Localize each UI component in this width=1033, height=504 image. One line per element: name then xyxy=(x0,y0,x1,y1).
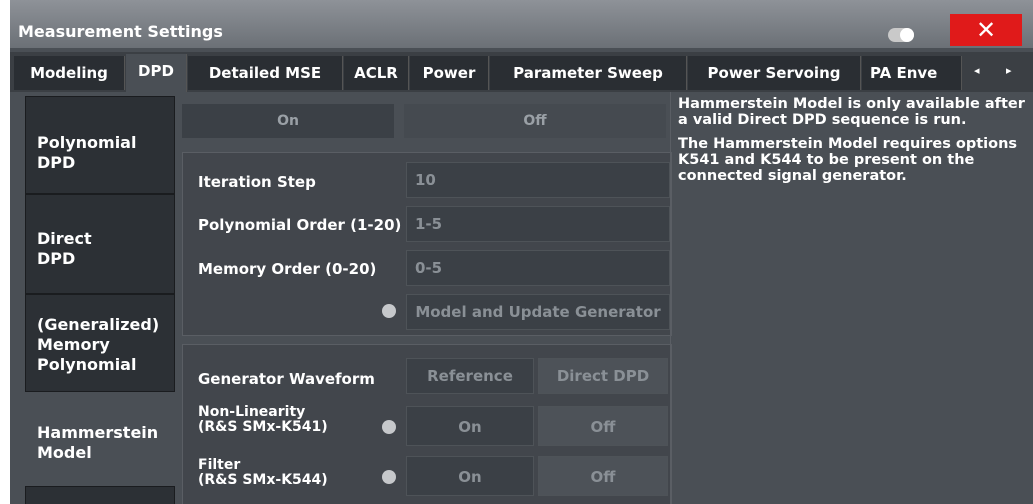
filter-on-button[interactable]: On xyxy=(406,456,534,496)
sidebar-item-memory-polynomial[interactable]: (Generalized) Memory Polynomial xyxy=(25,294,175,392)
waveform-direct-dpd-button[interactable]: Direct DPD xyxy=(538,358,668,394)
non-linearity-on-button[interactable]: On xyxy=(406,406,534,446)
sidebar-item-label: Polynomial xyxy=(37,133,137,152)
measurement-settings-dialog: Measurement Settings ✕ Modeling DPD Deta… xyxy=(10,0,1033,504)
sidebar-item-polynomial-dpd[interactable]: Polynomial DPD xyxy=(25,96,175,194)
tab-scroll-left-icon[interactable]: ◂ xyxy=(974,64,980,77)
hammerstein-state-toggle: On Off xyxy=(182,98,670,144)
polynomial-order-label: Polynomial Order (1-20) xyxy=(198,216,402,234)
sidebar-item-label: Hammerstein xyxy=(37,423,159,442)
help-text-availability: Hammerstein Model is only available afte… xyxy=(678,96,1025,128)
tab-modeling[interactable]: Modeling xyxy=(14,56,125,90)
tab-aclr[interactable]: ACLR xyxy=(344,56,409,90)
tab-bar: Modeling DPD Detailed MSE ACLR Power Par… xyxy=(10,52,1033,92)
title-bar: Measurement Settings ✕ xyxy=(10,0,1033,48)
generator-waveform-label: Generator Waveform xyxy=(198,370,375,388)
tab-power[interactable]: Power xyxy=(410,56,489,90)
model-update-radio[interactable] xyxy=(382,304,396,318)
iteration-step-field[interactable]: 10 xyxy=(406,162,670,198)
dialog-title: Measurement Settings xyxy=(18,22,223,41)
memory-order-label: Memory Order (0-20) xyxy=(198,260,377,278)
panel-divider xyxy=(670,92,671,504)
tab-parameter-sweep[interactable]: Parameter Sweep xyxy=(490,56,687,90)
sidebar-item-label: Memory xyxy=(37,335,110,354)
sidebar-item-more[interactable] xyxy=(25,486,175,504)
sidebar-item-label: Polynomial xyxy=(37,355,137,374)
model-update-generator-button[interactable]: Model and Update Generator xyxy=(406,294,670,330)
filter-label-line1: Filter xyxy=(198,457,241,473)
sidebar-item-label: DPD xyxy=(37,153,76,172)
filter-label: Filter (R&S SMx-K544) xyxy=(198,458,328,488)
filter-off-button[interactable]: Off xyxy=(538,456,668,496)
iteration-step-label: Iteration Step xyxy=(198,173,316,191)
non-linearity-off-button[interactable]: Off xyxy=(538,406,668,446)
memory-order-field[interactable]: 0-5 xyxy=(406,250,670,286)
sidebar-item-hammerstein-model[interactable]: Hammerstein Model xyxy=(25,392,175,486)
polynomial-order-field[interactable]: 1-5 xyxy=(406,206,670,242)
non-linearity-label: Non-Linearity (R&S SMx-K541) xyxy=(198,405,328,435)
sidebar-item-direct-dpd[interactable]: Direct DPD xyxy=(25,194,175,294)
tab-pa-envelope[interactable]: PA Enve xyxy=(862,56,962,90)
dpd-sidebar: Polynomial DPD Direct DPD (Generalized) … xyxy=(25,96,175,504)
tab-dpd[interactable]: DPD xyxy=(126,54,187,92)
tab-scroll-right-icon[interactable]: ▸ xyxy=(1006,64,1012,77)
state-on-button[interactable]: On xyxy=(182,104,394,138)
toggle-switch[interactable] xyxy=(888,28,914,42)
close-button[interactable]: ✕ xyxy=(950,14,1022,46)
filter-label-line2: (R&S SMx-K544) xyxy=(198,472,328,488)
sidebar-item-label: (Generalized) xyxy=(37,315,160,334)
tab-detailed-mse[interactable]: Detailed MSE xyxy=(188,56,343,90)
dpd-content: Polynomial DPD Direct DPD (Generalized) … xyxy=(10,92,1033,504)
toggle-knob xyxy=(900,28,914,42)
state-off-button[interactable]: Off xyxy=(404,104,666,138)
filter-radio[interactable] xyxy=(382,470,396,484)
waveform-reference-button[interactable]: Reference xyxy=(406,358,534,394)
non-linearity-label-line2: (R&S SMx-K541) xyxy=(198,419,328,435)
help-text-requirements: The Hammerstein Model requires options K… xyxy=(678,136,1018,184)
help-text: Hammerstein Model is only available afte… xyxy=(678,96,1028,192)
sidebar-item-label: Direct xyxy=(37,229,92,248)
sidebar-item-label: DPD xyxy=(37,249,76,268)
tab-power-servoing[interactable]: Power Servoing xyxy=(688,56,861,90)
non-linearity-radio[interactable] xyxy=(382,420,396,434)
non-linearity-label-line1: Non-Linearity xyxy=(198,404,306,420)
sidebar-item-label: Model xyxy=(37,443,92,462)
